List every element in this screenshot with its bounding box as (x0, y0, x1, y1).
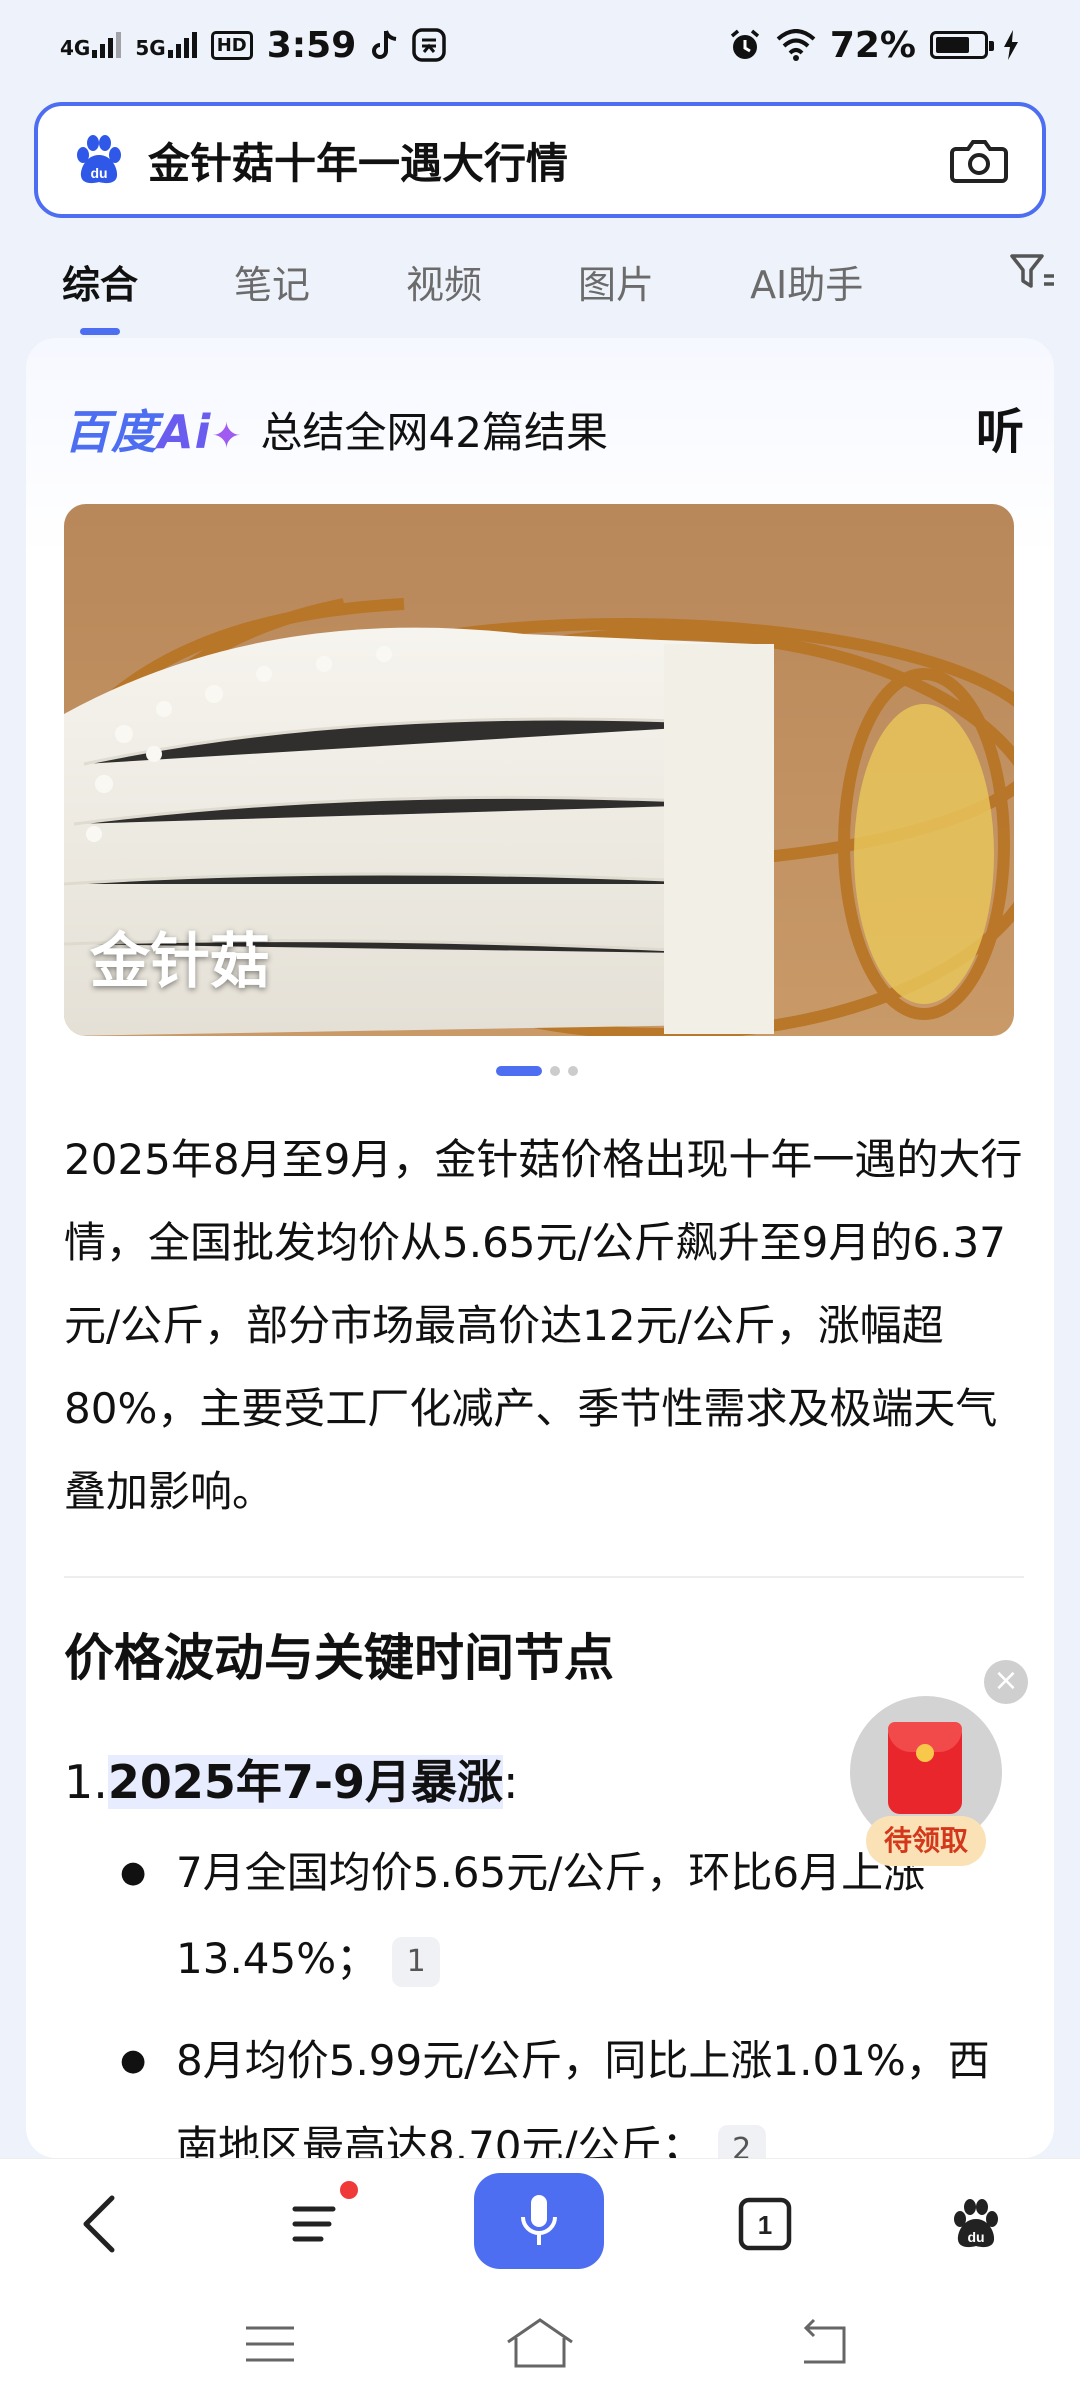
baidu-paw-icon: du (954, 2199, 998, 2248)
home-icon[interactable] (504, 2316, 576, 2370)
bottom-nav: 1 du (0, 2158, 1080, 2288)
battery-percent: 72% (829, 24, 916, 66)
recent-apps-icon[interactable] (242, 2322, 298, 2366)
list-item-title: 2025年7-9月暴涨 (107, 1755, 504, 1809)
search-tabs: 综合 笔记 视频 图片 AI助手 (0, 236, 1080, 335)
baidu-ai-logo: 百度Ai✦ (64, 405, 243, 459)
list-item-colon: : (503, 1755, 519, 1809)
clock: 3:59 (266, 24, 357, 66)
reference-badge[interactable]: 2 (717, 2124, 766, 2158)
signal-4g-icon: 4G (60, 32, 122, 58)
section-title: 价格波动与关键时间节点 (64, 1629, 614, 1687)
enoki-photo[interactable]: 金针菇 (64, 504, 1014, 1036)
bullet-item: 8月均价5.99元/公斤，同比上涨1.01%，西南地区最高达8.70元/公斤；2 (120, 2018, 1014, 2158)
back-arrow-icon (83, 2195, 115, 2253)
microphone-icon (521, 2195, 557, 2245)
carousel-indicator (496, 1066, 578, 1076)
tabs-button[interactable]: 1 (720, 2159, 810, 2289)
status-left: 4G 5G HD 3:59 (60, 25, 446, 66)
ai-summary-card: 百度Ai✦ 总结全网42篇结果 听 金针菇 2025年8月至9月，金针菇价格出现… (26, 338, 1054, 2158)
system-navigation-bar (0, 2288, 1080, 2408)
ai-summary-label: 总结全网42篇结果 (260, 407, 608, 457)
battery-icon (930, 31, 994, 59)
list-item-heading: 1.2025年7-9月暴涨: (64, 1746, 519, 1812)
carousel-dot-3 (568, 1066, 578, 1076)
listen-button[interactable]: 听 (976, 392, 1024, 462)
sparkle-icon: ✦ (211, 416, 243, 457)
tab-images[interactable]: 图片 (578, 254, 654, 309)
bullet-text: 7月全国均价5.65元/公斤，环比6月上涨13.45%； (176, 1848, 926, 1983)
status-bar: 4G 5G HD 3:59 72% (0, 0, 1080, 90)
tiktok-icon (372, 30, 397, 59)
close-float-button[interactable]: × (984, 1660, 1028, 1704)
red-envelope-icon (888, 1722, 962, 1814)
menu-button[interactable] (270, 2159, 360, 2289)
hd-voice-icon: HD (210, 30, 253, 60)
tab-notes[interactable]: 笔记 (234, 254, 310, 309)
search-bar[interactable]: du 金针菇十年一遇大行情 (34, 102, 1046, 218)
voice-search-button[interactable] (474, 2173, 604, 2269)
app-notification-icon (412, 28, 446, 62)
reference-badge[interactable]: 1 (392, 1936, 441, 1987)
list-number: 1. (64, 1755, 108, 1809)
ai-card-header: 百度Ai✦ 总结全网42篇结果 听 (64, 396, 1024, 462)
svg-text:du: du (90, 165, 107, 181)
baidu-home-button[interactable]: du (936, 2159, 1016, 2289)
alarm-icon (730, 29, 759, 59)
tab-ai-assistant[interactable]: AI助手 (750, 254, 863, 309)
baidu-logo-icon: du (77, 135, 121, 184)
svg-text:du: du (967, 2229, 984, 2245)
system-back-icon[interactable] (794, 2318, 850, 2368)
notification-dot (340, 2181, 358, 2199)
back-button[interactable] (60, 2159, 140, 2289)
summary-text: 2025年8月至9月，金针菇价格出现十年一遇的大行情，全国批发均价从5.65元/… (64, 1135, 1023, 1516)
tab-all[interactable]: 综合 (62, 254, 138, 335)
battery-fill (936, 37, 969, 53)
camera-icon[interactable] (950, 135, 1008, 185)
red-envelope-label[interactable]: 待领取 (866, 1816, 986, 1866)
charging-icon (1004, 30, 1018, 60)
carousel-dot-1 (496, 1066, 542, 1076)
menu-icon (292, 2206, 336, 2242)
filter-icon[interactable] (1008, 250, 1056, 294)
tabs-count: 1 (758, 2210, 772, 2240)
divider (64, 1576, 1024, 1578)
search-input[interactable]: 金针菇十年一遇大行情 (148, 130, 950, 191)
status-right: 72% (728, 25, 1020, 66)
signal-5g-icon: 5G (135, 32, 197, 58)
image-caption: 金针菇 (90, 927, 270, 997)
wifi-icon (776, 29, 816, 61)
carousel-dot-2 (550, 1066, 560, 1076)
tabs-icon: 1 (738, 2197, 792, 2251)
bullet-text: 8月均价5.99元/公斤，同比上涨1.01%，西南地区最高达8.70元/公斤； (176, 2036, 990, 2158)
tab-video[interactable]: 视频 (406, 254, 482, 309)
